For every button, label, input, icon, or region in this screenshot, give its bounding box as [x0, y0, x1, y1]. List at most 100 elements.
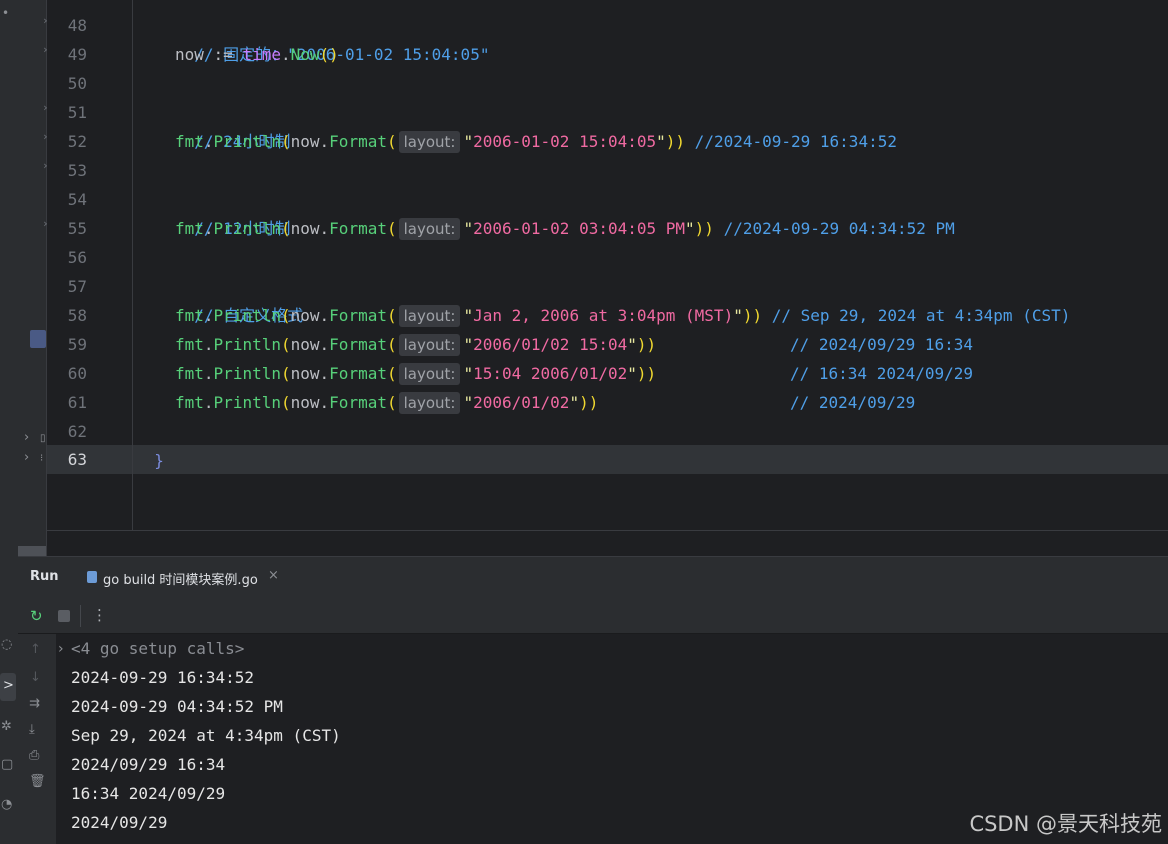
line-number: 50	[67, 74, 87, 93]
dot: .	[280, 45, 291, 64]
function-println: Println	[213, 393, 281, 412]
parameter-hint: layout:	[398, 131, 461, 153]
trash-icon[interactable]: 🗑	[29, 774, 46, 789]
code-line-61[interactable]: fmt.Println(now.Format(layout: "2006/01/0…	[175, 388, 598, 417]
selected-tree-node[interactable]	[30, 330, 46, 348]
code-line-57[interactable]: // 自定义格式	[175, 272, 303, 325]
soft-wrap-icon[interactable]: ⇉	[29, 696, 40, 711]
closing-brace: }	[154, 451, 164, 470]
line-number: 53	[67, 161, 87, 180]
line-number: 54	[67, 190, 87, 209]
services-icon[interactable]: ◌	[1, 637, 12, 652]
identifier-now: now	[290, 219, 320, 238]
run-panel-title[interactable]: Run	[30, 569, 59, 584]
comment: // Sep 29, 2024 at 4:34pm (CST)	[762, 306, 1071, 325]
code-line-55[interactable]: fmt.Println(now.Format(layout: "2006-01-0…	[175, 214, 955, 243]
code-line-59[interactable]: fmt.Println(now.Format(layout: "2006/01/0…	[175, 330, 656, 359]
method-format: Format	[329, 335, 387, 354]
code-line-58[interactable]: fmt.Println(now.Format(layout: "Jan 2, 20…	[175, 301, 1070, 330]
string-literal: 2006/01/02 15:04	[473, 335, 628, 354]
more-options-icon[interactable]: ⋮	[92, 606, 107, 624]
close-tab-icon[interactable]: ×	[268, 568, 279, 583]
line-number: 48	[67, 16, 87, 35]
problems-icon[interactable]: ◔	[1, 797, 12, 812]
parameter-hint: layout:	[398, 334, 461, 356]
horizontal-scrollbar[interactable]	[18, 546, 46, 556]
code-comment-59: // 2024/09/29 16:34	[790, 330, 973, 359]
string-literal: Jan 2, 2006 at 3:04pm (MST)	[473, 306, 734, 325]
rerun-icon[interactable]: ↻	[30, 607, 43, 625]
run-tool-window-button[interactable]: >	[0, 673, 16, 701]
setup-calls-fold[interactable]: <4 go setup calls>	[71, 634, 244, 663]
console-line: 2024/09/29 16:34	[71, 755, 226, 774]
comment: //2024-09-29 04:34:52 PM	[713, 219, 955, 238]
package-name: time	[242, 45, 281, 64]
debug-icon[interactable]: ✲	[1, 719, 12, 734]
identifier-now: now	[290, 335, 320, 354]
method-format: Format	[329, 364, 387, 383]
identifier-now: now	[290, 393, 320, 412]
method-format: Format	[329, 219, 387, 238]
code-line-52[interactable]: fmt.Println(now.Format(layout: "2006-01-0…	[175, 127, 897, 156]
toolbar-divider	[80, 605, 81, 627]
console-line: 2024-09-29 04:34:52 PM	[71, 697, 283, 716]
identifier-now: now	[290, 364, 320, 383]
console-line: 2024/09/29	[71, 813, 168, 832]
string-literal: 2006-01-02 03:04:05 PM	[473, 219, 686, 238]
code-comment-61: // 2024/09/29	[790, 388, 915, 417]
method-format: Format	[329, 132, 387, 151]
console-line: 2024-09-29 16:34:52	[71, 668, 255, 687]
menu-dots-icon[interactable]: •	[2, 6, 9, 20]
terminal-icon[interactable]: ▢	[1, 757, 13, 772]
code-line-51[interactable]: // 24小时制	[175, 98, 290, 151]
identifier: now	[175, 45, 204, 64]
function-name: Now	[290, 45, 320, 64]
tree-expand-icon[interactable]: ›	[24, 430, 29, 445]
parameter-hint: layout:	[398, 305, 461, 327]
function-println: Println	[213, 219, 281, 238]
run-toolbar: ↻ ⋮	[18, 599, 1168, 634]
down-arrow-icon[interactable]: ↓	[30, 670, 41, 685]
comment: // 16:34 2024/09/29	[790, 364, 974, 383]
run-tool-icon: >	[3, 678, 14, 693]
parameter-hint: layout:	[398, 363, 461, 385]
code-line-49[interactable]: now := time.Now()	[175, 40, 339, 69]
function-println: Println	[213, 335, 281, 354]
function-println: Println	[213, 306, 281, 325]
package-fmt: fmt	[175, 219, 204, 238]
package-fmt: fmt	[175, 335, 204, 354]
expand-chevron-icon[interactable]: ›	[58, 641, 64, 657]
parameter-hint: layout:	[398, 392, 461, 414]
identifier-now: now	[290, 132, 320, 151]
method-format: Format	[329, 393, 387, 412]
line-number: 62	[67, 422, 87, 441]
scroll-to-end-icon[interactable]: ⤓	[29, 722, 35, 737]
up-arrow-icon[interactable]: ↑	[30, 642, 41, 657]
stop-icon[interactable]	[58, 610, 70, 622]
package-fmt: fmt	[175, 132, 204, 151]
function-println: Println	[213, 364, 281, 383]
structure-panel-strip: › › ▯ ⁝	[18, 0, 47, 556]
function-println: Println	[213, 132, 281, 151]
line-number: 59	[67, 335, 87, 354]
comment: // 2024/09/29 16:34	[790, 335, 974, 354]
tree-expand-icon[interactable]: ›	[24, 450, 29, 465]
package-fmt: fmt	[175, 393, 204, 412]
print-icon[interactable]: ⎙	[29, 748, 39, 763]
code-line-60[interactable]: fmt.Println(now.Format(layout: "15:04 200…	[175, 359, 656, 388]
package-fmt: fmt	[175, 364, 204, 383]
line-number: 58	[67, 306, 87, 325]
run-configuration-tab[interactable]: go build 时间模块案例.go ×	[73, 557, 285, 601]
folder-icon: ▯	[40, 433, 46, 444]
line-number-current: 63	[67, 450, 87, 469]
code-line-62[interactable]: }	[135, 417, 164, 470]
console-line: Sep 29, 2024 at 4:34pm (CST)	[71, 726, 341, 745]
watermark: CSDN @景天科技苑	[969, 812, 1162, 836]
string-literal: 15:04 2006/01/02	[473, 364, 628, 383]
code-comment-60: // 16:34 2024/09/29	[790, 359, 973, 388]
line-number: 52	[67, 132, 87, 151]
code-line-48[interactable]: // 固定的："2006-01-02 15:04:05"	[175, 11, 489, 64]
line-number: 51	[67, 103, 87, 122]
code-line-54[interactable]: // 12小时制	[175, 185, 290, 238]
current-line-highlight	[47, 445, 1168, 474]
